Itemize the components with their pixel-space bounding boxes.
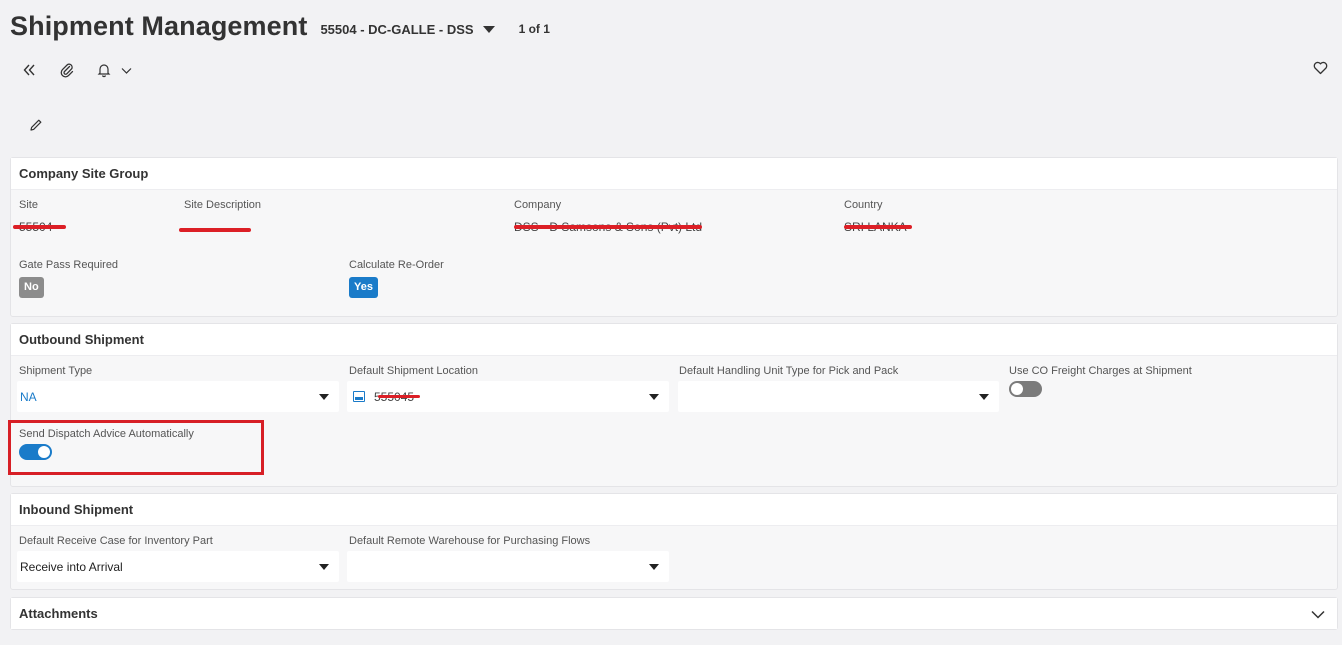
inbound-shipment-card: Inbound Shipment Default Receive Case fo… <box>10 493 1338 590</box>
redaction-mark <box>844 225 912 229</box>
calculate-reorder-label: Calculate Re-Order <box>349 259 444 271</box>
chevron-down-icon[interactable] <box>1311 607 1325 622</box>
card-header: Outbound Shipment <box>11 324 1337 356</box>
shipment-type-select[interactable]: NA <box>17 381 339 412</box>
double-chevron-left-icon[interactable] <box>20 61 38 79</box>
shipment-type-label: Shipment Type <box>19 365 93 377</box>
caret-down-icon[interactable] <box>979 394 989 400</box>
highlight-annotation <box>8 420 264 475</box>
site-label: Site <box>19 199 38 211</box>
calculate-reorder-field: Calculate Re-Order Yes <box>349 259 444 298</box>
redaction-mark <box>179 228 251 232</box>
default-location-label: Default Shipment Location <box>349 365 479 377</box>
toggle-knob <box>1011 383 1023 395</box>
shipment-type-value: NA <box>20 389 37 404</box>
redaction-mark <box>378 395 420 398</box>
receive-case-value: Receive into Arrival <box>20 559 123 574</box>
page-header: Shipment Management 55504 - DC-GALLE - D… <box>10 8 550 44</box>
default-location-field: Default Shipment Location <box>349 365 478 377</box>
gate-pass-label: Gate Pass Required <box>19 259 119 271</box>
receive-case-field: Default Receive Case for Inventory Part <box>19 535 213 547</box>
co-freight-label: Use CO Freight Charges at Shipment <box>1009 365 1192 377</box>
country-label: Country <box>844 199 883 211</box>
record-count: 1 of 1 <box>518 22 550 36</box>
co-freight-toggle[interactable] <box>1009 381 1042 397</box>
gate-pass-field: Gate Pass Required No <box>19 259 118 298</box>
card-header[interactable]: Attachments <box>11 598 1337 629</box>
attachments-card[interactable]: Attachments <box>10 597 1338 630</box>
gate-pass-badge: No <box>19 277 44 298</box>
record-selector[interactable]: 55504 - DC-GALLE - DSS <box>320 21 495 37</box>
calculate-reorder-badge: Yes <box>349 277 378 298</box>
caret-down-icon[interactable] <box>482 25 495 33</box>
bell-icon[interactable] <box>94 60 114 80</box>
co-freight-field: Use CO Freight Charges at Shipment <box>1009 365 1192 377</box>
company-label: Company <box>514 199 562 211</box>
location-icon <box>353 391 365 402</box>
card-header: Company Site Group <box>11 158 1337 190</box>
company-site-group-card: Company Site Group Site 55504 Site Descr… <box>10 157 1338 317</box>
heart-icon[interactable] <box>1311 59 1329 77</box>
receive-case-select[interactable]: Receive into Arrival <box>17 551 339 582</box>
redaction-mark <box>514 225 702 229</box>
remote-warehouse-select[interactable] <box>347 551 669 582</box>
shipment-type-field: Shipment Type <box>19 365 92 377</box>
redaction-mark <box>13 225 66 229</box>
caret-down-icon[interactable] <box>649 564 659 570</box>
handling-unit-select[interactable] <box>678 381 999 412</box>
site-description-label: Site Description <box>184 199 262 211</box>
record-selector-label: 55504 - DC-GALLE - DSS <box>320 21 474 37</box>
caret-down-icon[interactable] <box>319 564 329 570</box>
receive-case-label: Default Receive Case for Inventory Part <box>19 535 213 547</box>
handling-unit-label: Default Handling Unit Type for Pick and … <box>679 365 899 377</box>
card-header: Inbound Shipment <box>11 494 1337 526</box>
caret-down-icon[interactable] <box>319 394 329 400</box>
remote-warehouse-label: Default Remote Warehouse for Purchasing … <box>349 535 591 547</box>
paperclip-icon[interactable] <box>58 61 76 79</box>
page-title: Shipment Management <box>10 10 308 41</box>
remote-warehouse-field: Default Remote Warehouse for Purchasing … <box>349 535 590 547</box>
attachments-title: Attachments <box>19 606 98 621</box>
caret-down-icon[interactable] <box>649 394 659 400</box>
site-description-field: Site Description <box>184 199 261 211</box>
handling-unit-field: Default Handling Unit Type for Pick and … <box>679 365 898 377</box>
pencil-icon[interactable] <box>27 116 45 134</box>
chevron-down-icon[interactable] <box>118 63 134 79</box>
